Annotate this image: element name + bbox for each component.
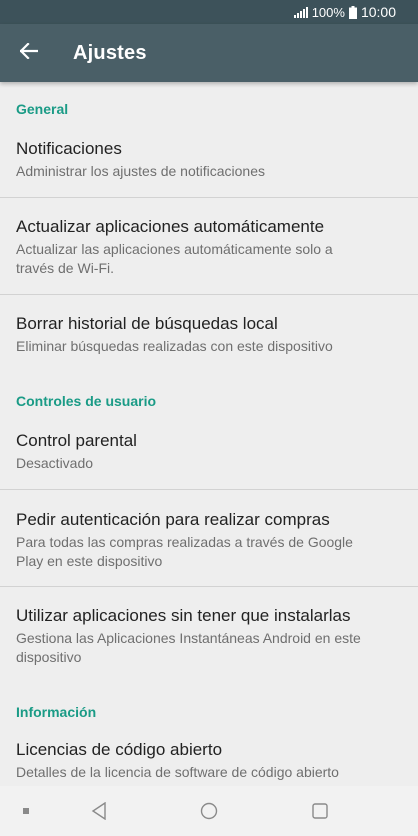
setting-instant-apps[interactable]: Utilizar aplicaciones sin tener que inst… (0, 605, 418, 667)
section-header-user-controls: Controles de usuario (16, 393, 157, 409)
setting-title: Notificaciones (16, 139, 122, 158)
divider (0, 489, 418, 490)
setting-notificaciones[interactable]: Notificaciones Administrar los ajustes d… (0, 138, 418, 181)
divider (0, 294, 418, 295)
setting-title: Borrar historial de búsquedas local (16, 314, 278, 333)
signal-icon (293, 6, 308, 18)
navigation-bar (0, 786, 418, 836)
setting-subtitle-line: través de Wi-Fi. (16, 260, 115, 276)
setting-subtitle-line: Actualizar las aplicaciones automáticame… (16, 241, 333, 257)
setting-parental-control[interactable]: Control parental Desactivado (0, 430, 418, 473)
clock: 10:00 (360, 4, 396, 20)
setting-title: Pedir autenticación para realizar compra… (16, 510, 330, 529)
arrow-back-icon (19, 41, 39, 64)
setting-subtitle: Desactivado (16, 455, 94, 471)
setting-auto-update[interactable]: Actualizar aplicaciones automáticamente … (0, 216, 418, 278)
settings-list: General Notificaciones Administrar los a… (0, 82, 418, 786)
setting-subtitle: Para todas las compras realizadas a trav… (16, 533, 402, 571)
back-button[interactable] (0, 24, 58, 82)
setting-subtitle: Administrar los ajustes de notificacione… (16, 163, 266, 179)
section-header-information: Información (16, 704, 97, 720)
setting-title: Utilizar aplicaciones sin tener que inst… (16, 606, 351, 625)
divider (0, 586, 418, 587)
setting-subtitle-line: Para todas las compras realizadas a trav… (16, 534, 353, 550)
battery-icon (348, 5, 357, 19)
setting-subtitle: Actualizar las aplicaciones automáticame… (16, 240, 402, 278)
setting-purchase-auth[interactable]: Pedir autenticación para realizar compra… (0, 509, 418, 571)
back-triangle-icon[interactable] (84, 786, 114, 836)
battery-level: 100% (311, 4, 345, 20)
setting-clear-history[interactable]: Borrar historial de búsquedas local Elim… (0, 313, 418, 356)
setting-subtitle-line: Gestiona las Aplicaciones Instantáneas A… (16, 630, 361, 646)
app-bar: Ajustes (0, 24, 418, 82)
setting-subtitle: Gestiona las Aplicaciones Instantáneas A… (16, 629, 402, 667)
setting-title: Control parental (16, 431, 137, 450)
setting-title: Licencias de código abierto (16, 740, 223, 759)
menu-dot-icon[interactable] (14, 786, 38, 836)
setting-subtitle: Eliminar búsquedas realizadas con este d… (16, 338, 333, 354)
setting-title: Actualizar aplicaciones automáticamente (16, 217, 325, 236)
status-bar: 100% 10:00 (0, 0, 418, 24)
setting-subtitle-line: dispositivo (16, 649, 82, 665)
setting-subtitle-line: Play en este dispositivo (16, 553, 163, 569)
home-circle-icon[interactable] (194, 786, 224, 836)
setting-subtitle: Detalles de la licencia de software de c… (16, 764, 339, 780)
recents-square-icon[interactable] (305, 786, 335, 836)
setting-open-source-licenses[interactable]: Licencias de código abierto Detalles de … (0, 739, 418, 782)
page-title: Ajustes (73, 41, 147, 64)
section-header-general: General (16, 101, 69, 117)
divider (0, 197, 418, 198)
